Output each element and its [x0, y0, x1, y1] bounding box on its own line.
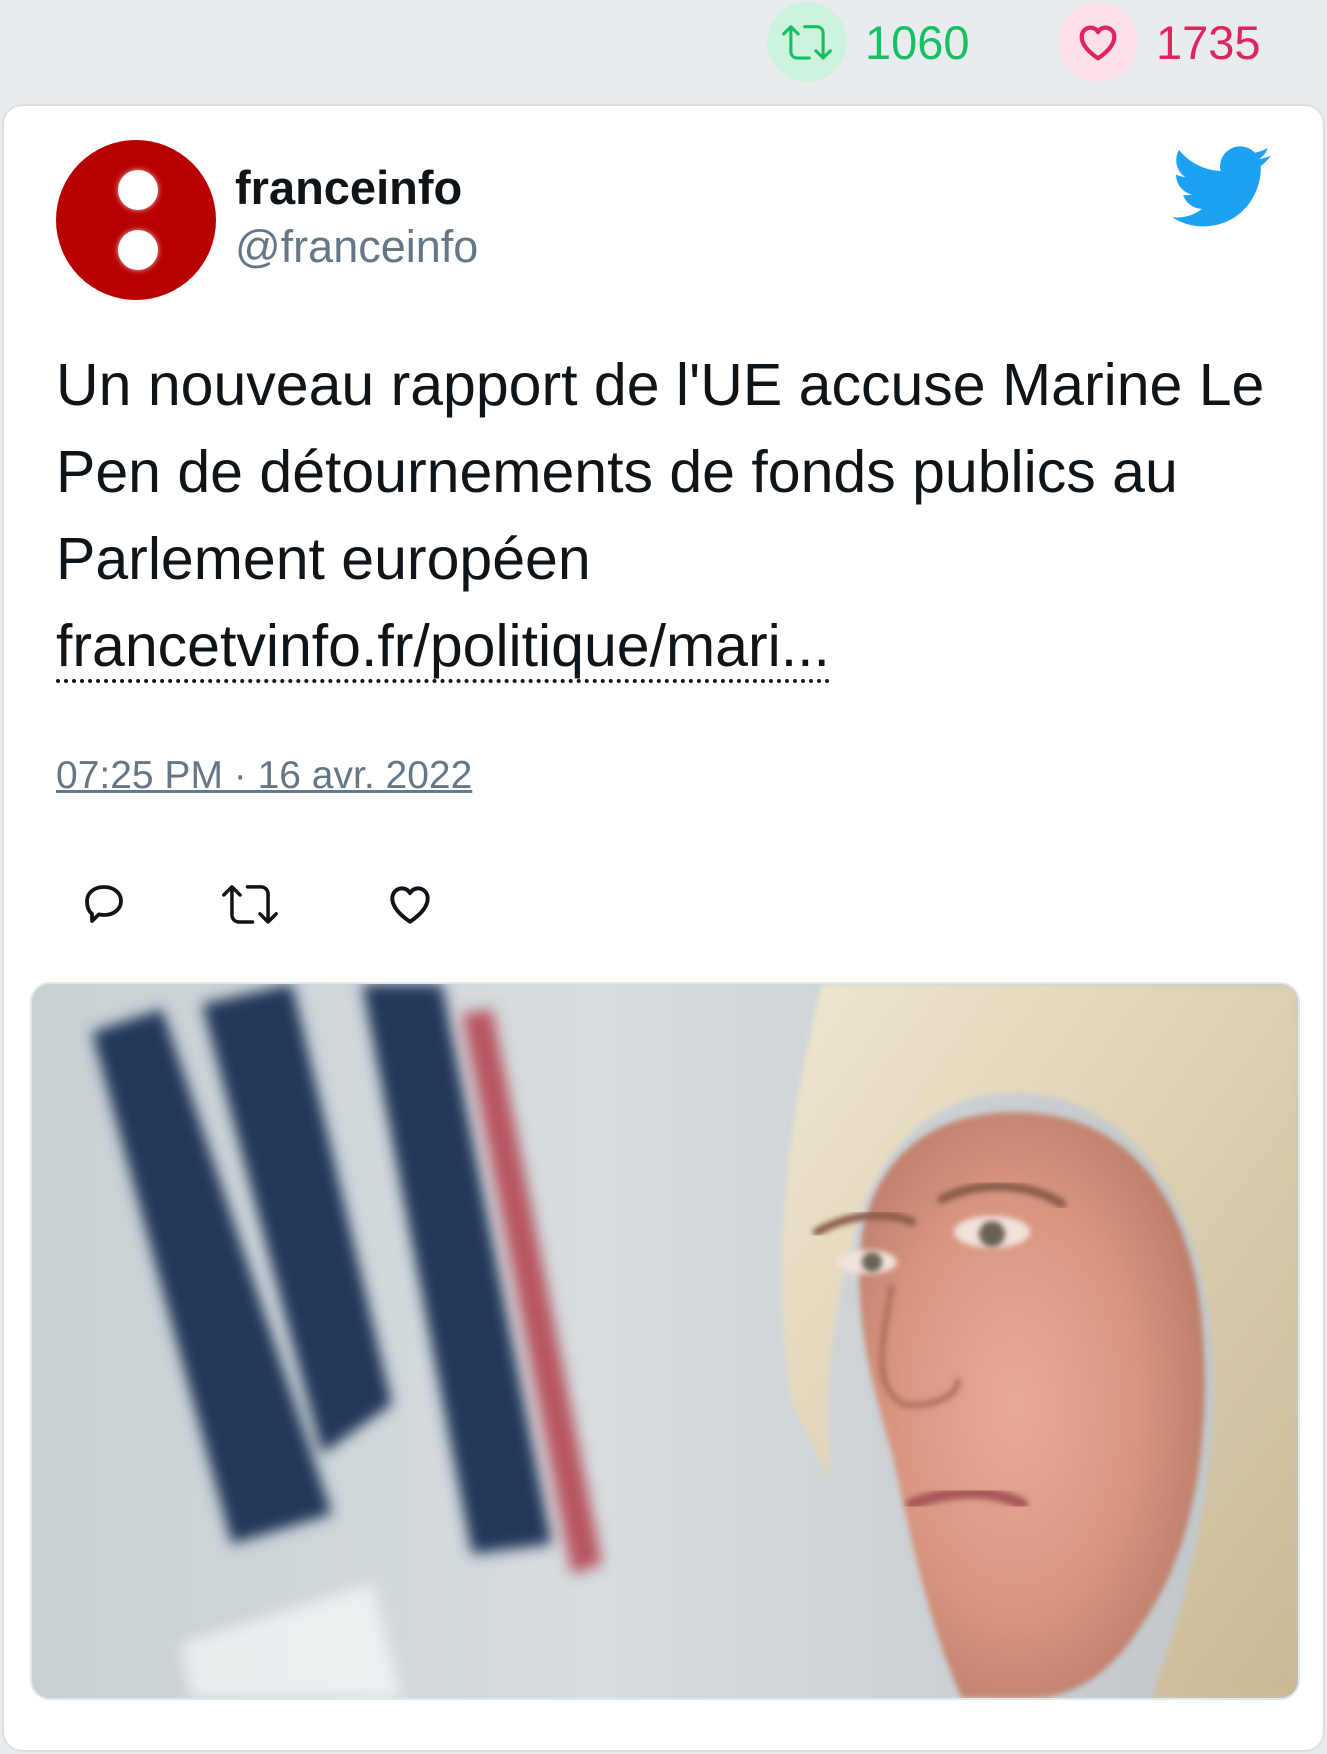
- avatar-dot-bottom: [118, 230, 158, 270]
- tweet-media-image[interactable]: [30, 982, 1300, 1700]
- retweet-button[interactable]: [222, 876, 278, 932]
- author-handle[interactable]: @franceinfo: [235, 224, 478, 269]
- heart-action-icon: [390, 886, 430, 924]
- avatar-dot-top: [118, 170, 158, 210]
- reply-icon: [85, 885, 123, 923]
- tweet-text: Un nouveau rapport de l'UE accuse Marine…: [56, 342, 1286, 690]
- reply-button[interactable]: [76, 876, 132, 932]
- tweet-timestamp[interactable]: 07:25 PM · 16 avr. 2022: [56, 756, 472, 795]
- twitter-bird-icon[interactable]: [1172, 146, 1272, 230]
- media-photo: [92, 984, 1298, 1698]
- like-button[interactable]: [382, 876, 438, 932]
- like-count: 1735: [1156, 15, 1261, 69]
- retweet-stat[interactable]: 1060: [767, 2, 970, 82]
- author-name[interactable]: franceinfo: [235, 164, 462, 211]
- tweet-stats-bar: 1060 1735: [0, 0, 1327, 100]
- tweet-link[interactable]: francetvinfo.fr/politique/mari...: [56, 613, 830, 683]
- avatar[interactable]: [56, 140, 216, 300]
- tweet-body: Un nouveau rapport de l'UE accuse Marine…: [56, 352, 1265, 592]
- like-stat[interactable]: 1735: [1058, 2, 1261, 82]
- retweet-action-icon: [222, 885, 278, 924]
- retweet-icon: [767, 2, 847, 82]
- tweet-card: franceinfo @franceinfo Un nouveau rappor…: [4, 106, 1323, 1750]
- heart-icon: [1058, 2, 1138, 82]
- retweet-count: 1060: [865, 15, 970, 69]
